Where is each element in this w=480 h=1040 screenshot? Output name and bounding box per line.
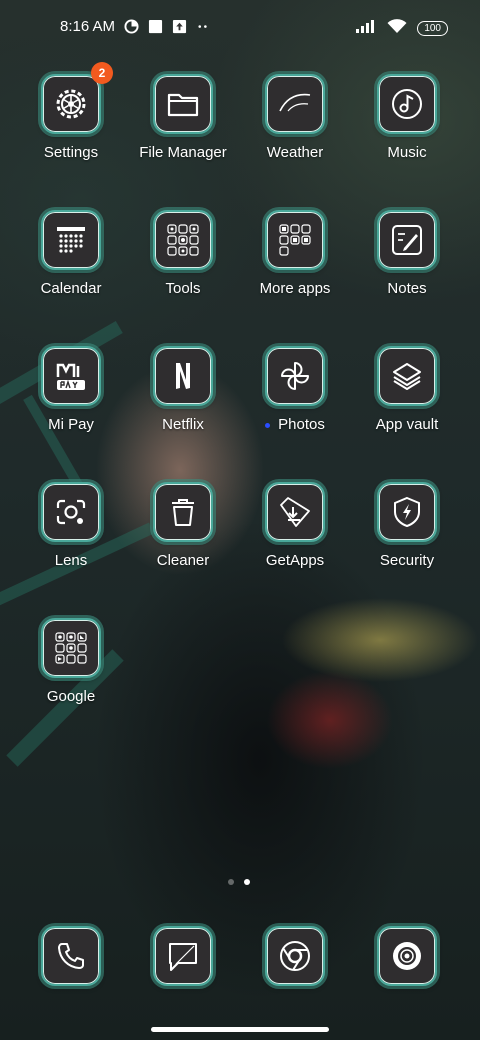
- app-label: More apps: [259, 280, 331, 297]
- upload-notification-icon: [171, 19, 187, 35]
- app-mi-pay[interactable]: Mi Pay: [15, 346, 127, 462]
- app-label: Lens: [54, 552, 88, 569]
- weather-icon: [279, 93, 311, 112]
- app-label: Photos: [265, 416, 325, 433]
- app-label: App vault: [375, 416, 439, 433]
- more-notifications-icon: [195, 19, 211, 35]
- app-label: Tools: [165, 280, 201, 297]
- app-icon-frame: [377, 74, 437, 134]
- app-notes[interactable]: Notes: [351, 210, 463, 326]
- app-icon-frame: 2: [41, 62, 113, 134]
- app-label: GetApps: [265, 552, 325, 569]
- dock-messages[interactable]: [127, 926, 239, 986]
- app-label: Weather: [266, 144, 324, 161]
- layers-icon: [393, 363, 421, 390]
- app-label: Cleaner: [156, 552, 210, 569]
- app-cleaner[interactable]: Cleaner: [127, 482, 239, 598]
- app-settings[interactable]: 2 Settings: [15, 62, 127, 190]
- app-app-vault[interactable]: App vault: [351, 346, 463, 462]
- folder-icon: [167, 93, 199, 117]
- app-label-text: Photos: [278, 416, 325, 433]
- app-icon-frame: [153, 74, 213, 134]
- battery-icon: 100: [417, 21, 448, 36]
- app-icon-frame: [377, 210, 437, 270]
- app-icon-frame: [153, 210, 213, 270]
- app-icon-frame: [265, 926, 325, 986]
- app-icon-frame: [41, 618, 101, 678]
- phone-icon: [58, 943, 84, 969]
- pinwheel-icon: [281, 362, 309, 390]
- app-grid: 2 Settings File Manager Weather Music Ca…: [15, 62, 465, 734]
- wifi-icon: [387, 18, 407, 39]
- page-dot-1[interactable]: [228, 879, 234, 885]
- app-icon-frame: [153, 346, 213, 406]
- dock-camera[interactable]: [351, 926, 463, 986]
- shield-bolt-icon: [394, 496, 420, 528]
- message-icon: [169, 943, 197, 971]
- data-saver-icon: [123, 19, 139, 35]
- chrome-icon: [280, 941, 310, 971]
- app-label: Mi Pay: [48, 416, 94, 433]
- mi-pay-icon: [56, 363, 85, 390]
- tools-folder-icon: [167, 224, 199, 256]
- app-icon-frame: [377, 346, 437, 406]
- folder-google[interactable]: Google: [15, 618, 127, 734]
- dock: [15, 926, 465, 986]
- app-icon-frame: [265, 210, 325, 270]
- app-music[interactable]: Music: [351, 74, 463, 190]
- status-time: 8:16 AM: [60, 18, 116, 35]
- app-security[interactable]: Security: [351, 482, 463, 598]
- app-icon-frame: [265, 346, 325, 406]
- app-icon-frame: [265, 482, 325, 542]
- new-app-dot: [265, 422, 271, 428]
- app-icon-frame: [153, 926, 213, 986]
- calendar-icon: [57, 227, 85, 253]
- signal-icon: [355, 18, 377, 39]
- app-label: Netflix: [162, 416, 204, 433]
- app-icon-frame: [41, 210, 101, 270]
- app-label: Settings: [43, 144, 99, 161]
- settings-icon: [56, 89, 86, 119]
- dock-chrome[interactable]: [239, 926, 351, 986]
- app-icon-frame: [377, 482, 437, 542]
- app-icon-frame: [41, 482, 101, 542]
- app-calendar[interactable]: Calendar: [15, 210, 127, 326]
- app-icon-frame: [153, 482, 213, 542]
- square-notification-icon: [147, 19, 163, 35]
- app-icon-frame: [41, 926, 101, 986]
- home-gesture-bar[interactable]: [151, 1027, 329, 1032]
- download-tray-icon: [280, 497, 310, 527]
- page-indicator[interactable]: [228, 879, 250, 885]
- app-photos[interactable]: Photos: [239, 346, 351, 462]
- app-icon-frame: [377, 926, 437, 986]
- google-folder-icon: [55, 632, 87, 664]
- folder-tools[interactable]: Tools: [127, 210, 239, 326]
- app-label: Google: [46, 688, 96, 705]
- app-file-manager[interactable]: File Manager: [127, 74, 239, 190]
- app-label: Music: [387, 144, 427, 161]
- camera-icon: [393, 942, 421, 970]
- app-label: Calendar: [40, 280, 102, 297]
- trash-icon: [172, 499, 194, 526]
- more-apps-folder-icon: [279, 224, 311, 256]
- app-lens[interactable]: Lens: [15, 482, 127, 598]
- notes-icon: [392, 225, 422, 255]
- status-bar: 8:16 AM 100: [0, 0, 480, 56]
- page-dot-2-active[interactable]: [244, 879, 250, 885]
- app-netflix[interactable]: Netflix: [127, 346, 239, 462]
- app-getapps[interactable]: GetApps: [239, 482, 351, 598]
- app-label: File Manager: [139, 144, 227, 161]
- dock-phone[interactable]: [15, 926, 127, 986]
- folder-more-apps[interactable]: More apps: [239, 210, 351, 326]
- app-label: Notes: [387, 280, 427, 297]
- lens-camera-icon: [56, 499, 86, 525]
- app-label: Security: [379, 552, 435, 569]
- app-icon-frame: [265, 74, 325, 134]
- app-weather[interactable]: Weather: [239, 74, 351, 190]
- app-icon-frame: [41, 346, 101, 406]
- music-note-icon: [392, 89, 422, 119]
- notification-badge: 2: [91, 62, 113, 84]
- netflix-icon: [176, 363, 190, 389]
